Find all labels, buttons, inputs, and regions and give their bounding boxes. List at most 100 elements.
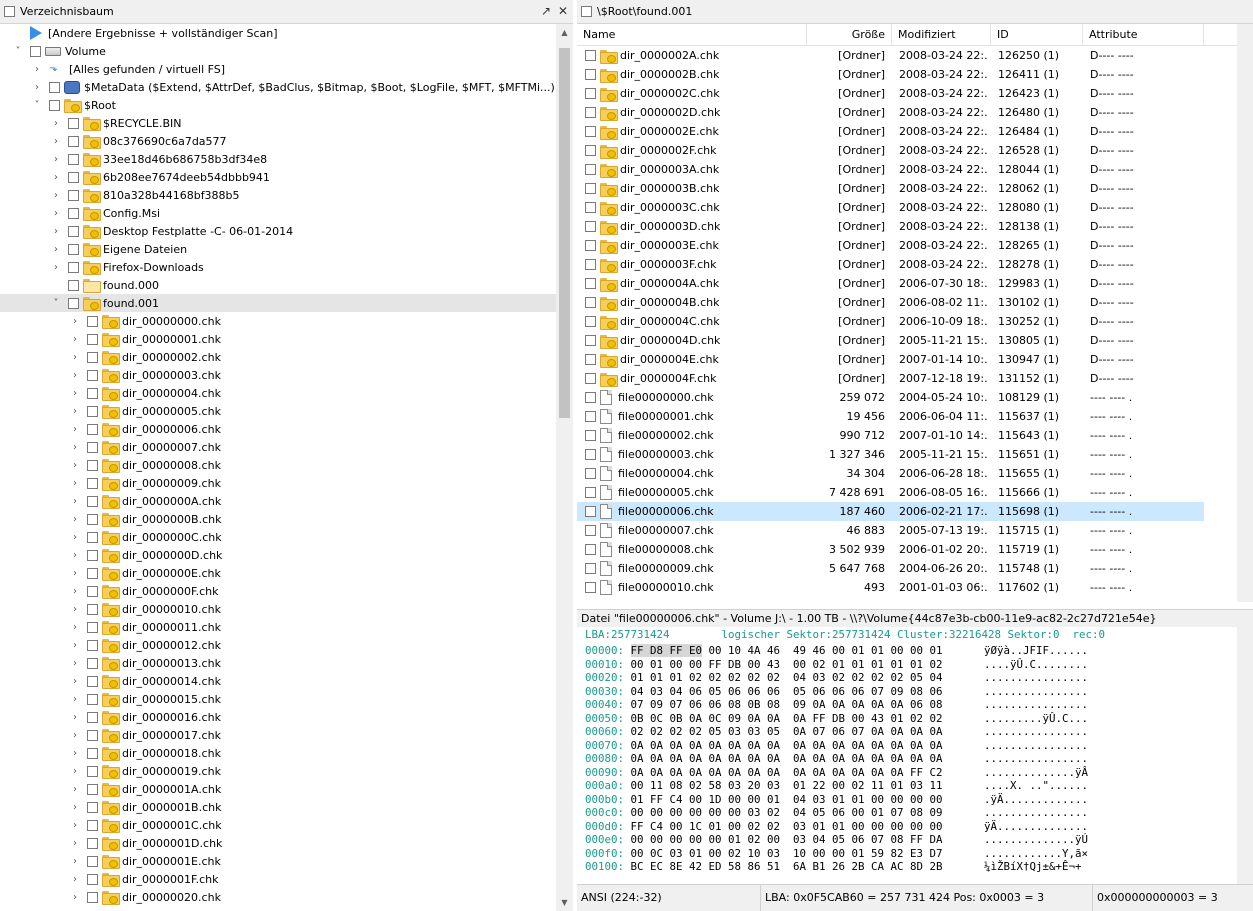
expand-arrow-icon[interactable]: › xyxy=(69,604,81,615)
expand-arrow-icon[interactable]: › xyxy=(69,460,81,471)
path-checkbox[interactable] xyxy=(581,6,592,17)
file-checkbox[interactable] xyxy=(585,373,596,384)
collapse-arrow-icon[interactable]: ˅ xyxy=(50,298,62,309)
hex-bytes[interactable]: 0A 0A 0A 0A 0A 0A 0A 0A 0A 0A 0A 0A 0A 0… xyxy=(631,752,943,765)
tree-item-checkbox[interactable] xyxy=(68,207,79,219)
file-checkbox[interactable] xyxy=(585,468,596,479)
file-row[interactable]: file00000003.chk 1 327 346 2005-11-21 15:.… xyxy=(577,445,1204,464)
file-row[interactable]: file00000000.chk 259 072 2004-05-24 10:...… xyxy=(577,388,1204,407)
file-row[interactable]: dir_0000002C.chk [Ordner] 2008-03-24 22:..… xyxy=(577,84,1204,103)
tree-item-checkbox[interactable] xyxy=(87,477,98,489)
tree-item[interactable]: › dir_00000003.chk xyxy=(0,366,556,384)
expand-arrow-icon[interactable]: › xyxy=(50,172,62,183)
tree-item-checkbox[interactable] xyxy=(87,567,98,579)
expand-arrow-icon[interactable]: › xyxy=(69,388,81,399)
expand-arrow-icon[interactable]: › xyxy=(69,532,81,543)
hex-ascii[interactable]: ..............ÿÚ xyxy=(984,833,1088,847)
column-header-modified[interactable]: Modifiziert xyxy=(892,24,991,46)
tree-item[interactable]: › dir_0000000B.chk xyxy=(0,510,556,528)
hex-bytes[interactable]: 00 11 08 02 58 03 20 03 01 22 00 02 11 0… xyxy=(631,779,943,792)
expand-arrow-icon[interactable]: › xyxy=(69,478,81,489)
expand-arrow-icon[interactable]: › xyxy=(69,784,81,795)
file-row[interactable]: file00000008.chk 3 502 939 2006-01-02 20:.… xyxy=(577,540,1204,559)
expand-arrow-icon[interactable]: › xyxy=(69,712,81,723)
expand-arrow-icon[interactable]: › xyxy=(69,676,81,687)
expand-arrow-icon[interactable]: › xyxy=(69,334,81,345)
tree-item-checkbox[interactable] xyxy=(87,621,98,633)
file-checkbox[interactable] xyxy=(585,582,596,593)
tree-item-checkbox[interactable] xyxy=(30,45,41,57)
file-row[interactable]: file00000010.chk 493 2001-01-03 06:... 1176… xyxy=(577,578,1204,597)
file-checkbox[interactable] xyxy=(585,69,596,80)
hex-bytes-rest[interactable]: 00 10 4A 46 49 46 00 01 01 00 00 01 xyxy=(702,644,943,657)
tree-item-checkbox[interactable] xyxy=(87,657,98,669)
expand-arrow-icon[interactable]: › xyxy=(69,640,81,651)
tree-item-checkbox[interactable] xyxy=(87,801,98,813)
hex-selection[interactable]: FF D8 FF E0 xyxy=(630,644,703,657)
tree-item-checkbox[interactable] xyxy=(87,765,98,777)
tree-item-checkbox[interactable] xyxy=(68,153,79,165)
tree-item[interactable]: › dir_00000010.chk xyxy=(0,600,556,618)
expand-arrow-icon[interactable]: › xyxy=(69,514,81,525)
status-encoding[interactable]: ANSI (224:-32) xyxy=(577,885,777,911)
file-checkbox[interactable] xyxy=(585,50,596,61)
tree-item-checkbox[interactable] xyxy=(87,711,98,723)
tree-item-checkbox[interactable] xyxy=(68,171,79,183)
file-row[interactable]: dir_0000004E.chk [Ordner] 2007-01-14 10:..… xyxy=(577,350,1204,369)
expand-arrow-icon[interactable]: › xyxy=(69,766,81,777)
tree-item[interactable]: › $MetaData ($Extend, $AttrDef, $BadClus,… xyxy=(0,78,556,96)
column-header-id[interactable]: ID xyxy=(991,24,1083,46)
tree-item-checkbox[interactable] xyxy=(68,261,79,273)
file-checkbox[interactable] xyxy=(585,164,596,175)
tree-item[interactable]: › Desktop Festplatte -C- 06-01-2014 xyxy=(0,222,556,240)
expand-arrow-icon[interactable]: › xyxy=(69,748,81,759)
hex-bytes[interactable]: 01 01 01 02 02 02 02 02 04 03 02 02 02 0… xyxy=(631,671,943,684)
scroll-up-arrow-icon[interactable]: ▲ xyxy=(556,24,573,41)
tree-item[interactable]: › dir_0000000C.chk xyxy=(0,528,556,546)
tree-item-checkbox[interactable] xyxy=(49,81,60,93)
file-row[interactable]: dir_0000003F.chk [Ordner] 2008-03-24 22:..… xyxy=(577,255,1204,274)
tree-item[interactable]: › dir_00000005.chk xyxy=(0,402,556,420)
file-checkbox[interactable] xyxy=(585,563,596,574)
tree-item-checkbox[interactable] xyxy=(87,585,98,597)
close-icon[interactable]: ✕ xyxy=(558,4,568,18)
hex-bytes[interactable]: 00 0C 03 01 00 02 10 03 10 00 00 01 59 8… xyxy=(631,847,943,860)
tree-item-checkbox[interactable] xyxy=(68,189,79,201)
tree-item[interactable]: › 810a328b44168bf388b5 xyxy=(0,186,556,204)
tree-item[interactable]: › Config.Msi xyxy=(0,204,556,222)
tree-item[interactable]: › ⬎ [Alles gefunden / virtuell FS] xyxy=(0,60,556,78)
hex-bytes[interactable]: 00 01 00 00 FF DB 00 43 00 02 01 01 01 0… xyxy=(631,658,943,671)
file-row[interactable]: dir_0000003B.chk [Ordner] 2008-03-24 22:..… xyxy=(577,179,1204,198)
hex-bytes[interactable]: 0A 0A 0A 0A 0A 0A 0A 0A 0A 0A 0A 0A 0A 0… xyxy=(631,739,943,752)
tree-item-checkbox[interactable] xyxy=(87,855,98,867)
tree-item[interactable]: › dir_00000020.chk xyxy=(0,888,556,906)
file-checkbox[interactable] xyxy=(585,354,596,365)
expand-arrow-icon[interactable]: › xyxy=(69,370,81,381)
tree-item-checkbox[interactable] xyxy=(68,297,79,309)
file-row[interactable]: file00000001.chk 19 456 2006-06-04 11:... 1… xyxy=(577,407,1204,426)
tree-item[interactable]: › dir_00000009.chk xyxy=(0,474,556,492)
tree-item[interactable]: › Eigene Dateien xyxy=(0,240,556,258)
file-checkbox[interactable] xyxy=(585,145,596,156)
hex-bytes[interactable]: FF C4 00 1C 01 00 02 02 03 01 01 00 00 0… xyxy=(631,820,943,833)
file-row[interactable]: dir_0000004F.chk [Ordner] 2007-12-18 19:..… xyxy=(577,369,1204,388)
file-row[interactable]: dir_0000003C.chk [Ordner] 2008-03-24 22:..… xyxy=(577,198,1204,217)
hex-bytes[interactable]: 02 02 02 02 05 03 03 05 0A 07 06 07 0A 0… xyxy=(631,725,943,738)
tree-item[interactable]: ˅ found.001 xyxy=(0,294,556,312)
file-checkbox[interactable] xyxy=(585,335,596,346)
file-checkbox[interactable] xyxy=(585,278,596,289)
expand-arrow-icon[interactable]: › xyxy=(50,208,62,219)
tree-scroll-thumb[interactable] xyxy=(559,48,570,418)
tree-pane-checkbox[interactable] xyxy=(4,6,15,17)
expand-arrow-icon[interactable]: › xyxy=(69,892,81,903)
file-list[interactable]: dir_0000002A.chk [Ordner] 2008-03-24 22:..… xyxy=(577,46,1237,602)
tree-item[interactable]: › dir_00000019.chk xyxy=(0,762,556,780)
tree-item-checkbox[interactable] xyxy=(87,549,98,561)
tree-item-checkbox[interactable] xyxy=(87,369,98,381)
expand-arrow-icon[interactable]: › xyxy=(69,406,81,417)
tree-item[interactable]: › 6b208ee7674deeb54dbbb941 xyxy=(0,168,556,186)
hex-ascii[interactable]: ................ xyxy=(984,671,1088,685)
file-row[interactable]: dir_0000002E.chk [Ordner] 2008-03-24 22:..… xyxy=(577,122,1204,141)
tree-item-checkbox[interactable] xyxy=(87,891,98,903)
expand-arrow-icon[interactable]: › xyxy=(50,190,62,201)
